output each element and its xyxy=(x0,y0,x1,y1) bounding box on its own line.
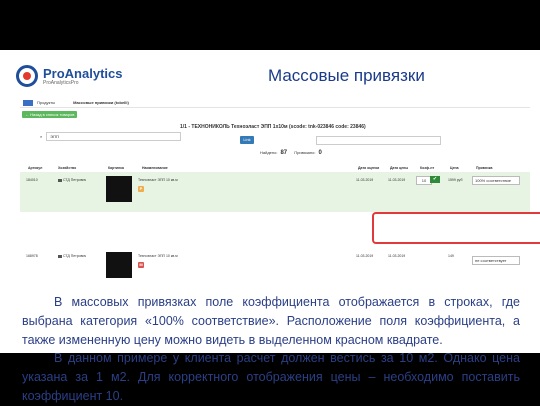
logo-icon xyxy=(16,65,38,87)
found-count: 87 xyxy=(280,150,288,156)
product-title: 1/1 - ТЕХНОНИКОЛЬ Техноэласт ЭПП 1х10м (… xyxy=(180,124,366,130)
logo-name: ProAnalytics xyxy=(43,65,123,81)
app-screenshot: Продукты Массовые привязки (tobelli) ← Н… xyxy=(20,98,540,278)
app-navbar: Продукты Массовые привязки (tobelli) xyxy=(20,98,530,108)
binding-select[interactable]: не соответствует xyxy=(472,256,520,265)
table-row: 168978 СТД Петрович Техноэласт ЭПП 10 кв… xyxy=(20,248,530,290)
logo-tagline: ProAnalyticsPro xyxy=(43,79,79,86)
search-input[interactable]: ЭПП xyxy=(46,132,182,141)
link-button[interactable]: Link xyxy=(240,136,254,144)
binding-select[interactable]: 100% соответствие xyxy=(472,176,520,185)
highlight-box xyxy=(372,212,540,244)
breadcrumb[interactable]: Продукты xyxy=(37,100,55,105)
category-tag: M xyxy=(138,262,144,268)
folder-icon xyxy=(58,254,62,258)
description-paragraph-1: В массовых привязках поле коэффициента о… xyxy=(22,295,520,347)
table-row: 184010 СТД Петрович Техноэласт ЭПП 10 кв… xyxy=(20,172,530,212)
filter-input[interactable] xyxy=(316,136,441,145)
back-to-list-button[interactable]: ← Назад в список товаров xyxy=(22,110,78,118)
product-thumbnail xyxy=(106,252,132,278)
product-thumbnail xyxy=(106,176,132,202)
result-counts: Найдено: 87 Привязано: 0 xyxy=(260,150,322,156)
app-brand-icon xyxy=(23,99,33,106)
page-title: Массовые привязки (tobelli) xyxy=(73,100,129,105)
description-paragraph-2: В данном примере у клиента расчет должен… xyxy=(22,351,520,403)
category-tag: P xyxy=(138,186,144,192)
confirm-check-icon[interactable]: ✔ xyxy=(430,176,440,183)
linked-count: 0 xyxy=(318,150,322,156)
search-icon: ⌕ xyxy=(40,134,43,139)
slide-title: Массовые привязки xyxy=(268,66,425,85)
slide: ProAnalytics ProAnalyticsPro Массовые пр… xyxy=(0,50,540,403)
logo: ProAnalytics ProAnalyticsPro xyxy=(16,65,122,87)
folder-icon xyxy=(58,178,62,182)
